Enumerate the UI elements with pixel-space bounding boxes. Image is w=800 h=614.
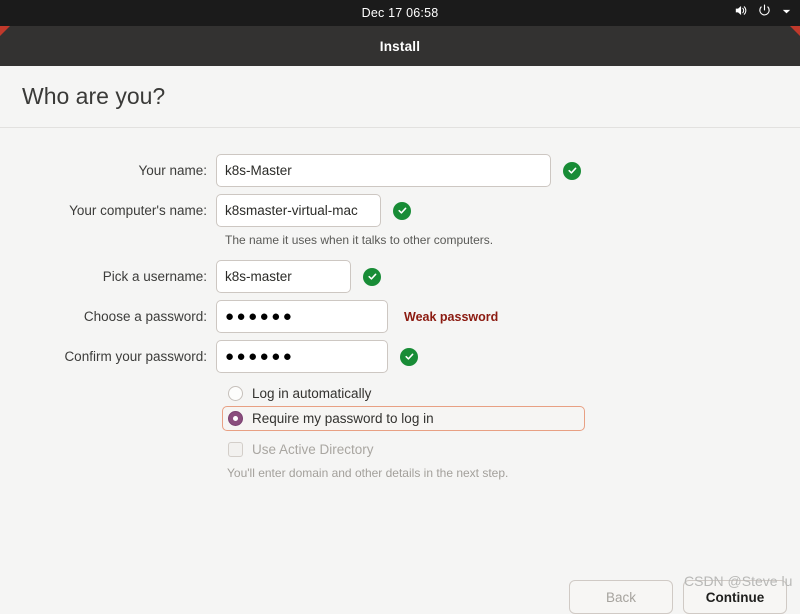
- full-name-input[interactable]: k8s-Master: [216, 154, 551, 187]
- window-title: Install: [379, 38, 421, 54]
- option-require-password-label: Require my password to log in: [252, 411, 434, 426]
- footer-button-bar: Back Continue: [0, 554, 800, 614]
- row-full-name: Your name: k8s-Master: [0, 154, 800, 187]
- back-button[interactable]: Back: [569, 580, 673, 614]
- confirm-password-label: Confirm your password:: [64, 349, 207, 364]
- option-login-automatically-label: Log in automatically: [252, 386, 372, 401]
- confirm-password-valid-check-icon: [400, 347, 418, 366]
- row-confirm-password: Confirm your password: ●●●●●●: [0, 340, 800, 373]
- row-computer-name: Your computer's name: k8smaster-virtual-…: [0, 194, 800, 227]
- chevron-down-icon[interactable]: [781, 4, 792, 22]
- computer-name-note: The name it uses when it talks to other …: [225, 233, 494, 247]
- password-input[interactable]: ●●●●●●: [216, 300, 388, 333]
- password-label: Choose a password:: [83, 309, 207, 324]
- power-icon[interactable]: [757, 3, 772, 23]
- system-status-area: [733, 0, 792, 26]
- full-name-label: Your name:: [138, 163, 207, 178]
- volume-icon[interactable]: [733, 3, 748, 23]
- user-setup-form: Your name: k8s-Master Your computer's na…: [0, 128, 800, 480]
- computer-name-valid-check-icon: [393, 201, 411, 220]
- installer-window: Install Who are you? Your name: k8s-Mast…: [0, 26, 800, 614]
- username-valid-check-icon: [363, 267, 381, 286]
- computer-name-label: Your computer's name:: [69, 203, 207, 218]
- row-password: Choose a password: ●●●●●● Weak password: [0, 300, 800, 333]
- username-label: Pick a username:: [102, 269, 207, 284]
- radio-require-password-icon[interactable]: [228, 411, 243, 426]
- option-require-password[interactable]: Require my password to log in: [222, 406, 585, 431]
- confirm-password-masked-value: ●●●●●●: [225, 348, 295, 365]
- username-input[interactable]: k8s-master: [216, 260, 351, 293]
- password-masked-value: ●●●●●●: [225, 308, 295, 325]
- full-name-valid-check-icon: [563, 161, 581, 180]
- system-top-bar: Dec 17 06:58: [0, 0, 800, 26]
- window-title-bar: Install: [0, 26, 800, 66]
- option-active-directory-label: Use Active Directory: [252, 442, 374, 457]
- password-strength-label: Weak password: [404, 309, 499, 324]
- checkbox-active-directory-icon: [228, 442, 243, 457]
- option-login-automatically[interactable]: Log in automatically: [222, 381, 585, 406]
- watermark: CSDN @Steve lu: [684, 573, 793, 589]
- system-clock[interactable]: Dec 17 06:58: [362, 6, 439, 20]
- window-corner-accent-left: [0, 26, 10, 36]
- option-active-directory: Use Active Directory: [222, 437, 585, 462]
- window-corner-accent-right: [790, 26, 800, 36]
- computer-name-input[interactable]: k8smaster-virtual-mac: [216, 194, 381, 227]
- page-header: Who are you?: [0, 66, 800, 128]
- row-username: Pick a username: k8s-master: [0, 260, 800, 293]
- active-directory-note: You'll enter domain and other details in…: [227, 466, 509, 480]
- radio-login-automatically-icon[interactable]: [228, 386, 243, 401]
- page-title: Who are you?: [22, 83, 166, 109]
- login-options-group: Log in automatically Require my password…: [0, 381, 800, 480]
- confirm-password-input[interactable]: ●●●●●●: [216, 340, 388, 373]
